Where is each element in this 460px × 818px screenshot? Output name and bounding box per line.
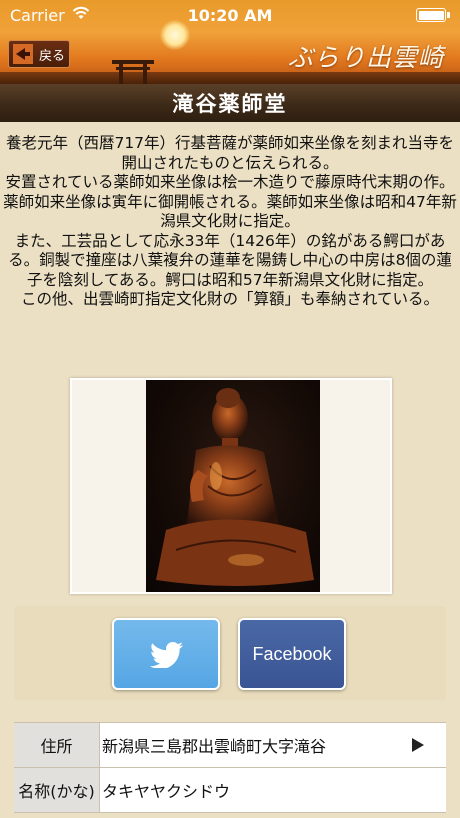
info-table: 住所 新潟県三島郡出雲崎町大字滝谷 名称(かな) タキヤヤクシドウ [14,722,446,813]
app-title: ぶらり出雲崎 [287,43,444,72]
back-button[interactable]: 戻る [8,40,70,68]
status-bar: Carrier 10:20 AM [0,0,460,32]
description-text: 養老元年（西暦717年）行基菩薩が薬師如来坐像を刻まれ当寺を開山されたものと伝え… [0,134,460,310]
header-banner: Carrier 10:20 AM 戻る ぶらり出雲崎 [0,0,460,84]
status-time: 10:20 AM [187,6,273,25]
address-value: 新潟県三島郡出雲崎町大字滝谷 [102,737,327,756]
facebook-button-label: Facebook [252,643,332,664]
back-button-label: 戻る [39,48,66,64]
info-value: タキヤヤクシドウ [100,768,446,812]
description-paragraph: また、工芸品として応永33年（1426年）の銘がある鰐口がある。銅製で撞座は八葉… [8,231,452,289]
description-paragraph: 安置されている薬師如来坐像は桧一木造りで藤原時代末期の作。薬師如来坐像は寅年に御… [3,173,457,230]
twitter-bird-icon [150,642,183,668]
share-panel: Facebook [14,606,446,700]
info-row-address[interactable]: 住所 新潟県三島郡出雲崎町大字滝谷 [14,723,446,768]
name-kana-value: タキヤヤクシドウ [102,782,231,801]
chevron-right-icon [412,738,424,752]
info-label: 住所 [14,723,100,767]
facebook-share-button[interactable]: Facebook [238,618,346,690]
battery-icon [416,8,450,22]
description-paragraph: この他、出雲崎町指定文化財の「算額」も奉納されている。 [20,290,440,308]
info-label: 名称(かな) [14,768,100,812]
page-title-bar: 滝谷薬師堂 [0,84,460,122]
twitter-share-button[interactable] [112,618,220,690]
info-value: 新潟県三島郡出雲崎町大字滝谷 [100,723,446,767]
photo-frame [70,378,392,594]
page-title: 滝谷薬師堂 [172,92,288,116]
torii-gate-icon [112,60,154,84]
description-paragraph: 養老元年（西暦717年）行基菩薩が薬師如来坐像を刻まれ当寺を開山されたものと伝え… [5,134,455,172]
info-row-name-kana: 名称(かな) タキヤヤクシドウ [14,768,446,813]
buddha-statue-photo [146,380,320,592]
back-arrow-icon [13,44,33,64]
